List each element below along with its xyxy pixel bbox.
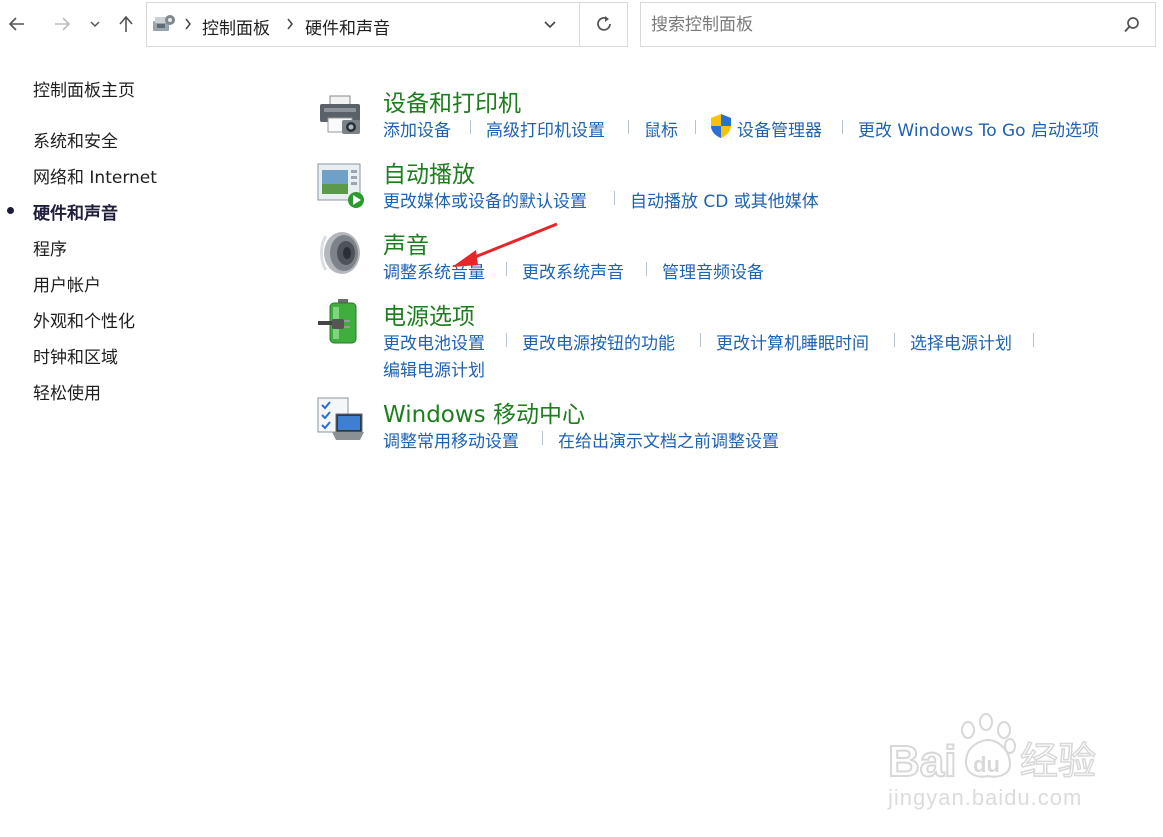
watermark-url: jingyan.baidu.com xyxy=(888,785,1083,810)
link-divider xyxy=(700,333,701,347)
link-windows-to-go[interactable]: 更改 Windows To Go 启动选项 xyxy=(858,116,1099,141)
speaker-icon[interactable] xyxy=(316,228,366,278)
up-button[interactable] xyxy=(112,8,140,40)
link-adjust-system-volume[interactable]: 调整系统音量 xyxy=(383,258,485,283)
up-arrow-icon xyxy=(119,15,133,32)
link-presentation-settings[interactable]: 在给出演示文档之前调整设置 xyxy=(558,427,779,452)
svg-text:du: du xyxy=(973,752,1000,777)
forward-arrow-icon xyxy=(55,17,71,31)
link-divider xyxy=(506,333,507,347)
search-icon[interactable] xyxy=(1123,16,1141,34)
link-autoplay-cd[interactable]: 自动播放 CD 或其他媒体 xyxy=(630,187,819,212)
link-manage-audio-devices[interactable]: 管理音频设备 xyxy=(662,258,764,283)
chevron-down-icon xyxy=(90,21,100,28)
breadcrumb-hardware-and-sound[interactable]: 硬件和声音 xyxy=(305,14,390,39)
autoplay-icon[interactable] xyxy=(316,160,366,210)
mobility-center-icon[interactable] xyxy=(316,396,366,446)
breadcrumb-control-panel[interactable]: 控制面板 xyxy=(202,14,270,39)
link-divider xyxy=(542,431,543,445)
watermark: Bai du 经验 jingyan.baidu.com xyxy=(886,710,1116,820)
svg-text:Bai: Bai xyxy=(888,737,956,786)
link-change-sleep-time[interactable]: 更改计算机睡眠时间 xyxy=(716,329,869,354)
link-add-device[interactable]: 添加设备 xyxy=(383,116,451,141)
power-battery-icon[interactable] xyxy=(316,297,366,347)
back-arrow-icon xyxy=(8,17,24,31)
link-edit-power-plan[interactable]: 编辑电源计划 xyxy=(383,356,485,381)
control-panel-icon xyxy=(151,13,177,39)
link-change-battery-settings[interactable]: 更改电池设置 xyxy=(383,329,485,354)
sidebar-item-network-internet[interactable]: 网络和 Internet xyxy=(33,163,157,188)
sidebar-item-appearance[interactable]: 外观和个性化 xyxy=(33,307,135,332)
address-toolbar: 控制面板 硬件和声音 xyxy=(0,0,1163,50)
link-device-manager[interactable]: 设备管理器 xyxy=(737,116,822,141)
link-divider xyxy=(646,262,647,276)
link-change-media-defaults[interactable]: 更改媒体或设备的默认设置 xyxy=(383,187,587,212)
category-title-power-options[interactable]: 电源选项 xyxy=(383,297,475,331)
breadcrumb-separator-icon xyxy=(185,18,191,30)
baidu-watermark-logo: Bai du 经验 xyxy=(887,713,1097,787)
recent-locations-button[interactable] xyxy=(84,8,106,40)
refresh-icon[interactable] xyxy=(594,14,614,34)
address-divider xyxy=(579,3,580,46)
link-advanced-printer-setup[interactable]: 高级打印机设置 xyxy=(486,116,605,141)
sidebar-item-system-security[interactable]: 系统和安全 xyxy=(33,127,118,152)
sidebar-item-ease-of-access[interactable]: 轻松使用 xyxy=(33,379,101,404)
link-divider xyxy=(470,120,471,134)
printer-icon[interactable] xyxy=(316,90,366,140)
svg-text:经验: 经验 xyxy=(1020,739,1096,783)
sidebar-item-user-accounts[interactable]: 用户帐户 xyxy=(33,271,101,296)
selected-bullet-icon xyxy=(7,207,14,214)
link-divider xyxy=(614,191,615,205)
category-title-mobility-center[interactable]: Windows 移动中心 xyxy=(383,395,585,429)
link-mouse[interactable]: 鼠标 xyxy=(644,116,678,141)
link-adjust-mobility-settings[interactable]: 调整常用移动设置 xyxy=(383,427,519,452)
link-divider xyxy=(1033,333,1034,347)
uac-shield-icon xyxy=(711,114,731,138)
sidebar-item-hardware-sound[interactable]: 硬件和声音 xyxy=(33,199,118,224)
link-divider xyxy=(628,120,629,134)
link-choose-power-plan[interactable]: 选择电源计划 xyxy=(910,329,1012,354)
back-button[interactable] xyxy=(3,8,31,40)
category-title-devices-printers[interactable]: 设备和打印机 xyxy=(383,84,521,118)
address-bar[interactable]: 控制面板 硬件和声音 xyxy=(146,2,628,47)
category-title-autoplay[interactable]: 自动播放 xyxy=(383,155,475,189)
breadcrumb-separator-icon xyxy=(287,18,293,30)
link-divider xyxy=(506,262,507,276)
sidebar-item-clock-region[interactable]: 时钟和区域 xyxy=(33,343,118,368)
link-change-power-buttons[interactable]: 更改电源按钮的功能 xyxy=(522,329,675,354)
sidebar-item-programs[interactable]: 程序 xyxy=(33,235,67,260)
forward-button[interactable] xyxy=(48,8,76,40)
search-input[interactable] xyxy=(651,12,1111,38)
search-box[interactable] xyxy=(640,2,1156,47)
link-change-system-sounds[interactable]: 更改系统声音 xyxy=(522,258,624,283)
sidebar-home-link[interactable]: 控制面板主页 xyxy=(33,76,135,101)
link-divider xyxy=(894,333,895,347)
link-divider xyxy=(695,120,696,134)
address-dropdown-icon[interactable] xyxy=(542,16,558,32)
category-title-sound[interactable]: 声音 xyxy=(383,226,429,260)
link-divider xyxy=(842,120,843,134)
